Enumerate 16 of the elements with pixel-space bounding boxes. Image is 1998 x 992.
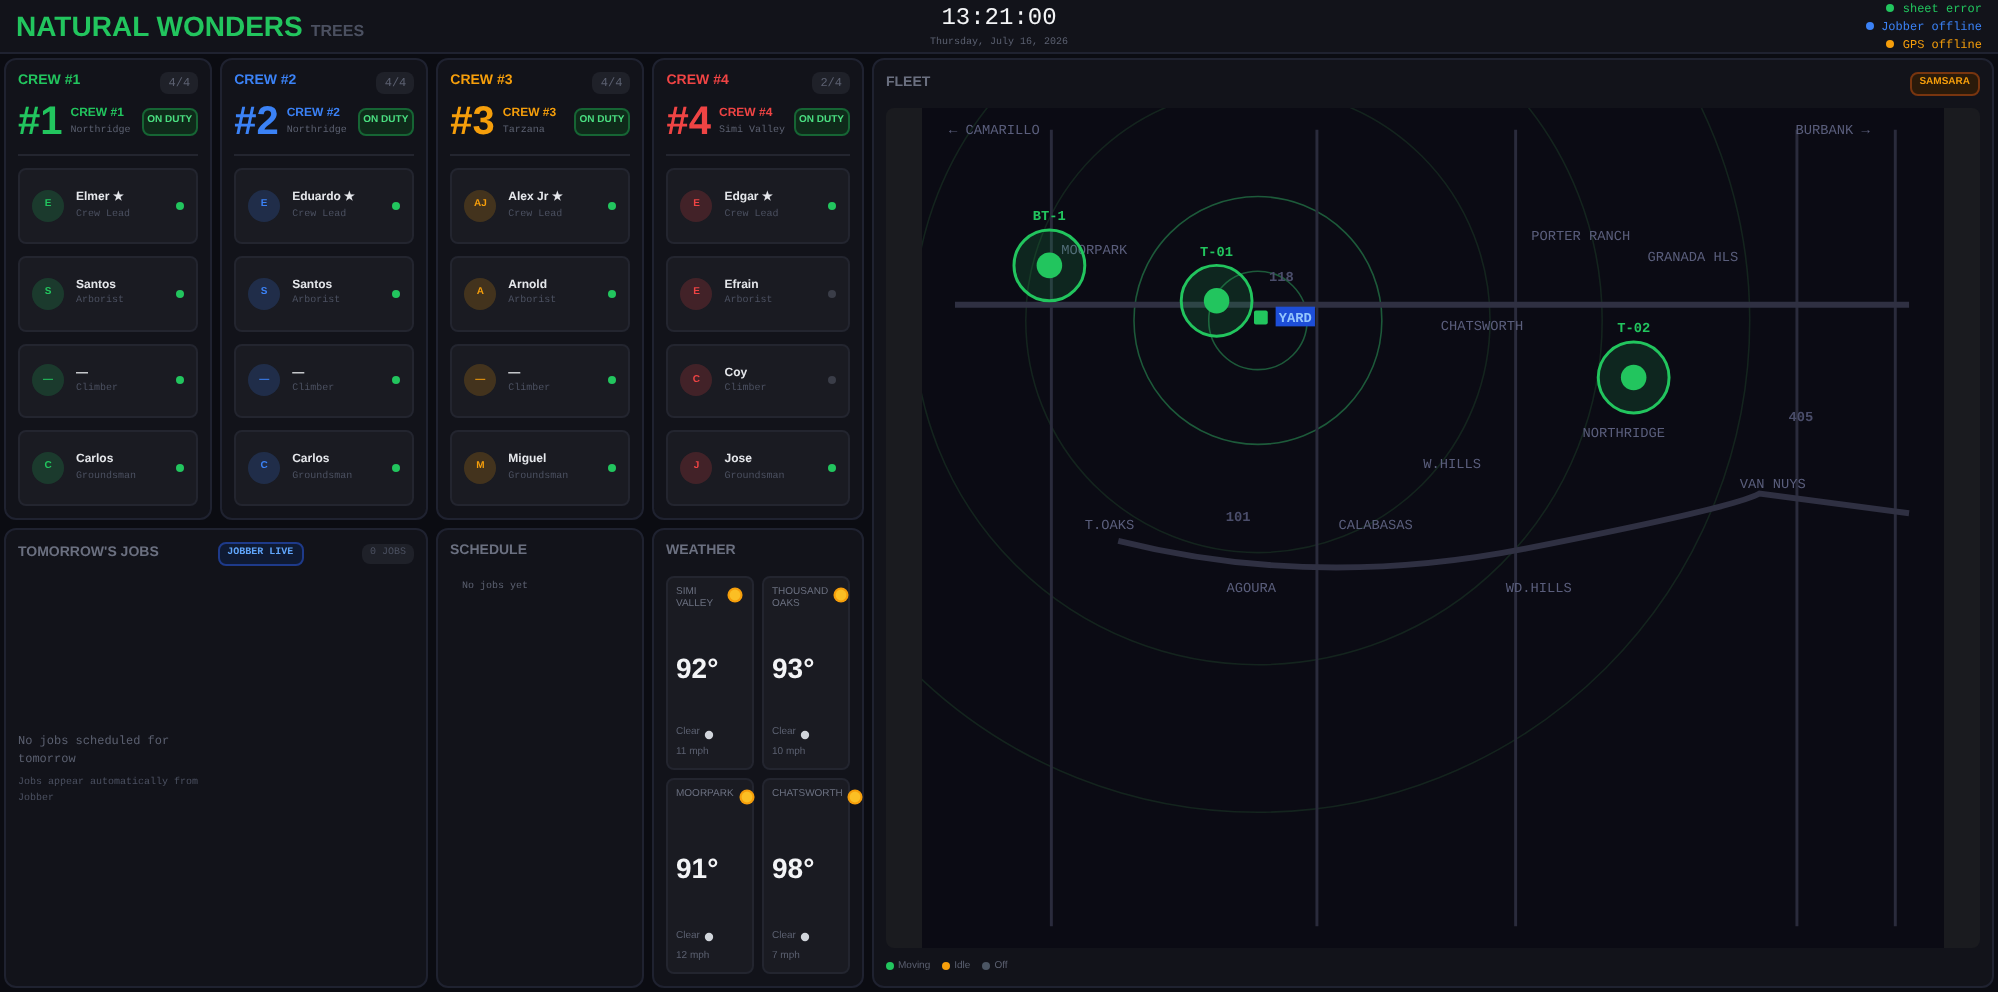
crew-number: #2 bbox=[234, 102, 279, 142]
brand-title: NATURAL WONDERS bbox=[16, 7, 303, 45]
yard-marker bbox=[1254, 309, 1268, 324]
crew-number: #4 bbox=[666, 102, 711, 142]
sun-icon bbox=[832, 585, 851, 603]
clock-time: 13:21:00 bbox=[941, 2, 1057, 36]
temperature: 92° bbox=[676, 649, 721, 688]
temperature: 98° bbox=[772, 849, 817, 888]
crew-number: #1 bbox=[18, 102, 63, 142]
sun-icon bbox=[846, 788, 865, 807]
brand-subtitle: TREES bbox=[310, 19, 365, 43]
sun-icon bbox=[726, 585, 744, 603]
crew-number: #3 bbox=[450, 102, 495, 142]
temperature: 93° bbox=[772, 649, 817, 688]
sun-icon bbox=[737, 788, 756, 807]
temperature: 91° bbox=[676, 849, 721, 888]
